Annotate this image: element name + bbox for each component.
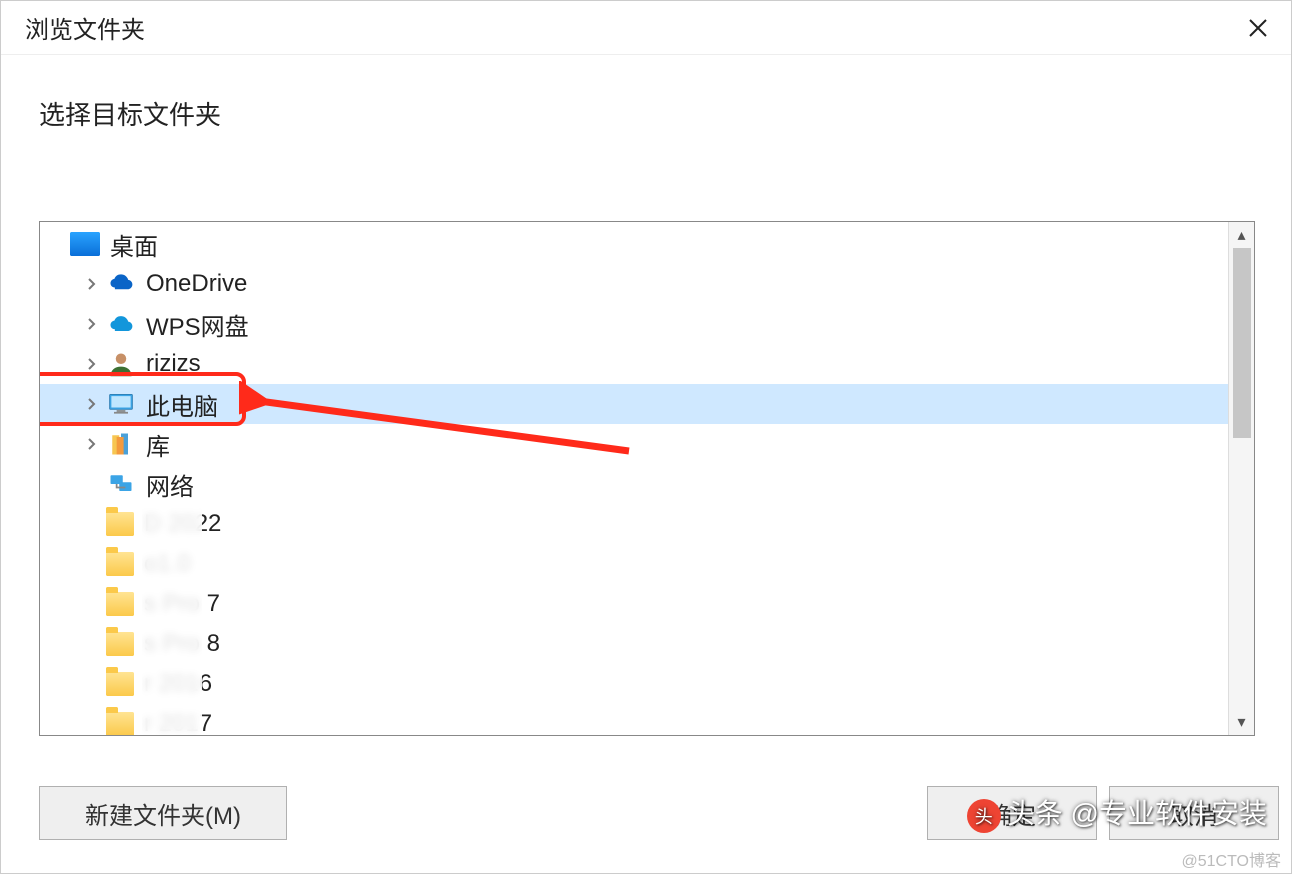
tree-item-label: rizizs <box>146 350 201 378</box>
tree-item-wps[interactable]: WPS网盘 <box>40 304 1228 344</box>
tree-item-label: r 2016 <box>144 670 212 698</box>
tree-item-label: 网络 <box>146 467 194 502</box>
dialog-buttons: 新建文件夹(M) 确定 取消 <box>39 783 1279 843</box>
folder-icon <box>106 672 134 696</box>
user-icon <box>106 349 136 379</box>
tree-item-label: 库 <box>146 427 170 462</box>
dialog-title: 浏览文件夹 <box>25 10 145 45</box>
expand-chevron-icon[interactable] <box>82 394 102 414</box>
folder-icon <box>106 552 134 576</box>
tree-item-label: s Pro 8 <box>144 630 220 658</box>
tree-item-label: o1.0 <box>144 550 191 578</box>
libraries-icon <box>106 429 136 459</box>
tree-item-label: OneDrive <box>146 270 247 298</box>
expand-chevron-icon[interactable] <box>82 274 102 294</box>
tree-item-f3[interactable]: s Pro 7 <box>40 584 1228 624</box>
folder-tree-container: 桌面 OneDrive WPS网盘 rizizs 此电脑库网络 D 2022 o1.0 s P… <box>39 221 1255 736</box>
desktop-icon <box>70 232 100 256</box>
browse-folder-dialog: 浏览文件夹 选择目标文件夹 桌面 OneDrive WPS网盘 rizizs 此电脑库网… <box>0 0 1292 874</box>
tree-item-label: D 2022 <box>144 510 221 538</box>
expand-chevron-icon[interactable] <box>82 314 102 334</box>
thispc-icon <box>106 389 136 419</box>
new-folder-button[interactable]: 新建文件夹(M) <box>39 786 287 840</box>
watermark-corner: @51CTO博客 <box>1181 847 1281 871</box>
tree-item-onedrive[interactable]: OneDrive <box>40 264 1228 304</box>
tree-item-label: s Pro 7 <box>144 590 220 618</box>
tree-item-user[interactable]: rizizs <box>40 344 1228 384</box>
close-button[interactable] <box>1235 5 1281 51</box>
expand-chevron-icon[interactable] <box>82 354 102 374</box>
onedrive-icon <box>106 269 136 299</box>
ok-button[interactable]: 确定 <box>927 786 1097 840</box>
dialog-prompt: 选择目标文件夹 <box>1 55 1291 132</box>
tree-item-label: WPS网盘 <box>146 307 249 342</box>
tree-item-desktop[interactable]: 桌面 <box>40 224 1228 264</box>
titlebar: 浏览文件夹 <box>1 1 1291 55</box>
cancel-button[interactable]: 取消 <box>1109 786 1279 840</box>
tree-item-f5[interactable]: r 2016 <box>40 664 1228 704</box>
folder-tree[interactable]: 桌面 OneDrive WPS网盘 rizizs 此电脑库网络 D 2022 o1.0 s P… <box>40 222 1228 735</box>
scroll-up-arrow-icon[interactable]: ▴ <box>1229 222 1254 248</box>
tree-item-f1[interactable]: D 2022 <box>40 504 1228 544</box>
scrollbar-thumb[interactable] <box>1233 248 1251 438</box>
folder-icon <box>106 512 134 536</box>
expand-chevron-icon[interactable] <box>82 434 102 454</box>
folder-icon <box>106 632 134 656</box>
tree-item-label: r 2017 <box>144 710 212 735</box>
wps-icon <box>106 309 136 339</box>
tree-item-f4[interactable]: s Pro 8 <box>40 624 1228 664</box>
vertical-scrollbar[interactable]: ▴ ▾ <box>1228 222 1254 735</box>
tree-item-label: 桌面 <box>110 227 158 262</box>
folder-icon <box>106 592 134 616</box>
tree-item-label: 此电脑 <box>146 387 218 422</box>
scroll-down-arrow-icon[interactable]: ▾ <box>1229 709 1254 735</box>
close-icon <box>1248 18 1268 38</box>
tree-item-libraries[interactable]: 库 <box>40 424 1228 464</box>
tree-item-network[interactable]: 网络 <box>40 464 1228 504</box>
tree-item-thispc[interactable]: 此电脑 <box>40 384 1228 424</box>
tree-item-f2[interactable]: o1.0 <box>40 544 1228 584</box>
network-icon <box>106 469 136 499</box>
tree-item-f6[interactable]: r 2017 <box>40 704 1228 735</box>
folder-icon <box>106 712 134 735</box>
